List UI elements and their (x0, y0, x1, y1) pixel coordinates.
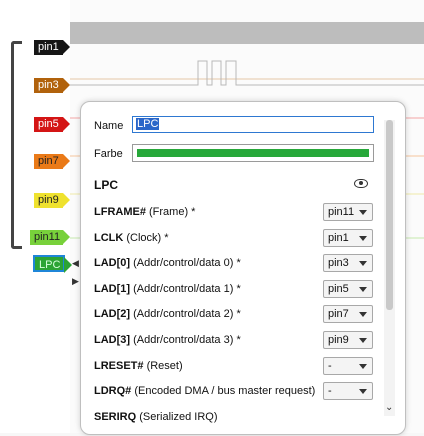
chevron-down-icon (359, 363, 367, 369)
pin-select-value: pin7 (328, 308, 349, 321)
pin-select-value: pin3 (328, 257, 349, 270)
pin-select[interactable]: pin5 (323, 279, 373, 298)
signal-desc: (Addr/control/data 2) * (130, 308, 241, 321)
eye-icon[interactable] (354, 179, 368, 188)
signal-name: LAD[1] (94, 282, 131, 295)
chevron-down-icon (359, 389, 367, 395)
signal-name: LCLK (94, 231, 124, 244)
chevron-down-icon (359, 210, 367, 215)
pin3-pulse (70, 60, 424, 86)
pin-select[interactable]: pin9 (323, 331, 373, 349)
signal-name: LAD[2] (94, 308, 131, 321)
clock-trace (70, 22, 424, 44)
pin-select-value: - (328, 385, 332, 398)
signal-desc: (Reset) (143, 359, 183, 372)
signal-desc: (Frame) * (145, 206, 196, 218)
pin7-label[interactable]: pin7 (34, 154, 70, 169)
signal-row: LFRAME# (Frame) * (94, 203, 195, 221)
pin-select-value: pin11 (328, 206, 355, 218)
collapse-arrow-icon[interactable]: ◀ (72, 258, 79, 269)
pin-select-value: pin9 (328, 334, 349, 346)
signal-row: LAD[3] (Addr/control/data 3) * (94, 331, 241, 349)
pin-select[interactable]: - (323, 382, 373, 401)
lpc-bus-label[interactable]: LPC (33, 255, 72, 273)
pin-select-value: pin5 (328, 282, 349, 295)
pin-select[interactable]: - (323, 356, 373, 375)
color-picker[interactable] (132, 144, 374, 162)
chevron-down-icon (359, 261, 367, 267)
signal-row: SERIRQ (Serialized IRQ) (94, 408, 217, 426)
chevron-down-icon (359, 286, 367, 292)
chevron-down-icon (359, 312, 367, 318)
bus-title: LPC (94, 178, 118, 192)
pin5-label[interactable]: pin5 (34, 117, 70, 132)
signal-row: LAD[2] (Addr/control/data 2) * (94, 305, 241, 323)
signal-row: LRESET# (Reset) (94, 357, 183, 375)
chevron-down-icon (359, 235, 367, 241)
pin-select[interactable]: pin1 (323, 228, 373, 247)
pin-select[interactable]: pin3 (323, 254, 373, 273)
signal-desc: (Addr/control/data 0) * (130, 257, 241, 270)
expand-arrow-icon[interactable]: ▶ (72, 276, 79, 287)
pin-select[interactable]: pin7 (323, 305, 373, 324)
pin-select-value: pin1 (328, 231, 349, 244)
scroll-thumb[interactable] (386, 120, 393, 310)
scroll-down-icon[interactable]: ⌄ (385, 402, 393, 413)
pin9-label[interactable]: pin9 (34, 193, 70, 208)
pin-select[interactable]: pin11 (323, 203, 373, 221)
signal-desc: (Addr/control/data 3) * (130, 334, 241, 346)
signal-name: LFRAME# (94, 206, 146, 218)
signal-row: LDRQ# (Encoded DMA / bus master request) (94, 382, 315, 400)
signal-row: LAD[0] (Addr/control/data 0) * (94, 254, 241, 272)
pin1-label[interactable]: pin1 (34, 40, 70, 55)
pin3-label[interactable]: pin3 (34, 78, 70, 93)
signal-desc: (Addr/control/data 1) * (130, 282, 241, 295)
signal-name: SERIRQ (94, 410, 137, 423)
signal-desc: (Encoded DMA / bus master request) (131, 385, 316, 398)
pin11-label[interactable]: pin11 (30, 230, 70, 245)
color-swatch (137, 149, 369, 157)
signal-name: LAD[3] (94, 334, 131, 346)
color-label: Farbe (94, 148, 123, 160)
bus-settings-dialog: Name LPC Farbe LPC LFRAME# (Frame) * pin1… (80, 101, 406, 435)
group-bracket (11, 41, 22, 249)
signal-name: LRESET# (94, 359, 144, 372)
name-value: LPC (136, 118, 160, 130)
signal-name: LDRQ# (94, 385, 132, 398)
name-label: Name (94, 120, 124, 132)
name-input[interactable]: LPC (132, 116, 374, 133)
signal-row: LCLK (Clock) * (94, 229, 169, 247)
pin-select-value: - (328, 359, 332, 372)
signal-row: LAD[1] (Addr/control/data 1) * (94, 280, 241, 298)
signal-name: LAD[0] (94, 257, 131, 270)
chevron-down-icon (359, 338, 367, 343)
signal-desc: (Clock) * (123, 231, 169, 244)
scrollbar[interactable] (384, 120, 395, 416)
signal-desc: (Serialized IRQ) (136, 410, 218, 423)
